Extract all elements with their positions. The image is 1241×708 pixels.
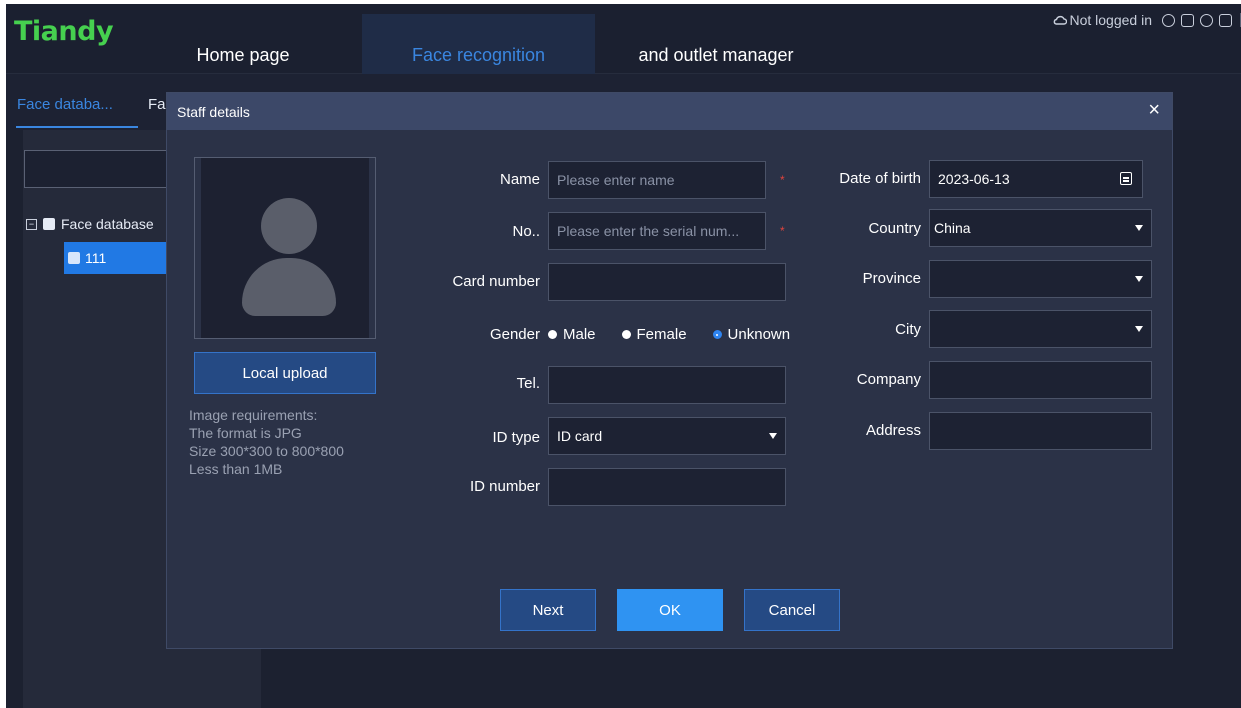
tab-face-database[interactable]: Face databa... — [17, 96, 113, 113]
date-of-birth-input[interactable]: 2023-06-13 — [929, 160, 1143, 198]
gender-option-female[interactable]: Female — [621, 326, 687, 343]
province-label: Province — [862, 270, 921, 287]
tree-item-111[interactable]: 111 — [64, 242, 174, 274]
country-select[interactable]: China — [929, 209, 1152, 247]
chevron-down-icon — [1135, 276, 1143, 282]
radio-selected-icon — [712, 330, 722, 339]
settings-icon[interactable] — [1219, 13, 1232, 27]
copy-icon[interactable] — [1181, 13, 1194, 27]
local-upload-button[interactable]: Local upload — [194, 352, 376, 394]
name-input[interactable]: Please enter name — [548, 161, 766, 199]
chevron-down-icon — [1135, 326, 1143, 332]
company-input[interactable] — [929, 361, 1152, 399]
login-status[interactable]: Not logged in — [1069, 12, 1152, 28]
brand-logo: Tiandy — [14, 16, 114, 47]
id-type-label: ID type — [492, 429, 540, 446]
serial-number-placeholder: Please enter the serial num... — [557, 223, 740, 239]
city-select[interactable] — [929, 310, 1152, 348]
radio-icon — [548, 330, 557, 339]
required-mark: * — [780, 224, 785, 238]
id-type-value: ID card — [557, 428, 603, 444]
card-number-input[interactable] — [548, 263, 786, 301]
serial-number-label: No.. — [512, 223, 540, 240]
cloud-icon — [1053, 14, 1068, 26]
date-of-birth-label: Date of birth — [839, 170, 921, 187]
card-number-label: Card number — [452, 273, 540, 290]
tree-root-face-database[interactable]: − Face database — [26, 216, 154, 232]
name-placeholder: Please enter name — [557, 172, 675, 188]
user-icon[interactable] — [1162, 13, 1175, 27]
calendar-icon[interactable] — [1120, 172, 1132, 185]
name-label: Name — [499, 171, 540, 188]
province-select[interactable] — [929, 260, 1152, 298]
top-bar: Tiandy Home page Face recognition and ou… — [6, 4, 1241, 74]
active-tab-underline — [16, 126, 138, 128]
country-value: China — [934, 220, 971, 236]
tel-label: Tel. — [516, 375, 540, 392]
chevron-down-icon — [1135, 225, 1143, 231]
required-mark: * — [780, 173, 785, 187]
avatar-placeholder — [201, 158, 369, 338]
cancel-button[interactable]: Cancel — [744, 589, 840, 631]
radio-icon — [621, 330, 631, 339]
date-of-birth-value: 2023-06-13 — [938, 171, 1010, 187]
address-input[interactable] — [929, 412, 1152, 450]
gender-male-label: Male — [563, 326, 596, 343]
next-button[interactable]: Next — [500, 589, 596, 631]
gender-radio-group: Male Female Unknown — [548, 326, 790, 343]
tel-input[interactable] — [548, 366, 786, 404]
gender-unknown-label: Unknown — [727, 326, 791, 343]
gender-option-unknown[interactable]: Unknown — [712, 326, 791, 343]
nav-outlet-manager[interactable]: and outlet manager — [616, 14, 816, 74]
country-label: Country — [868, 220, 921, 237]
id-number-label: ID number — [469, 478, 540, 495]
database-icon — [68, 252, 80, 264]
image-requirement-format: The format is JPG — [189, 425, 302, 441]
close-icon[interactable]: × — [1148, 99, 1160, 121]
gender-option-male[interactable]: Male — [548, 326, 596, 343]
staff-details-dialog: Staff details × Local upload Image requi… — [166, 92, 1173, 649]
dialog-title: Staff details — [177, 104, 250, 120]
nav-home-page[interactable]: Home page — [188, 14, 298, 74]
photo-preview — [194, 157, 376, 339]
app-window: Tiandy Home page Face recognition and ou… — [6, 4, 1241, 708]
database-search-input[interactable] — [24, 150, 184, 188]
tree-item-label: 111 — [85, 250, 107, 266]
database-icon — [43, 218, 55, 230]
background-panel — [1173, 130, 1241, 708]
address-label: Address — [865, 422, 921, 439]
gender-female-label: Female — [636, 326, 687, 343]
chevron-down-icon — [769, 433, 777, 439]
city-label: City — [895, 321, 921, 338]
collapse-icon[interactable]: − — [26, 218, 37, 230]
tab-face-other[interactable]: Fa — [148, 96, 166, 113]
image-requirement-size: Size 300*300 to 800*800 — [189, 443, 344, 459]
gender-label: Gender — [489, 326, 540, 343]
image-requirement-filesize: Less than 1MB — [189, 461, 283, 477]
company-label: Company — [856, 371, 921, 388]
info-icon[interactable] — [1200, 13, 1213, 27]
image-requirements-title: Image requirements: — [189, 407, 318, 423]
avatar-head-shape — [261, 198, 317, 254]
serial-number-input[interactable]: Please enter the serial num... — [548, 212, 766, 250]
dialog-header: Staff details × — [167, 93, 1172, 130]
avatar-body-shape — [242, 258, 336, 316]
tree-root-label: Face database — [61, 216, 154, 232]
id-number-input[interactable] — [548, 468, 786, 506]
nav-face-recognition[interactable]: Face recognition — [362, 14, 595, 74]
id-type-select[interactable]: ID card — [548, 417, 786, 455]
ok-button[interactable]: OK — [617, 589, 723, 631]
status-area: Not logged in — [1053, 12, 1241, 28]
